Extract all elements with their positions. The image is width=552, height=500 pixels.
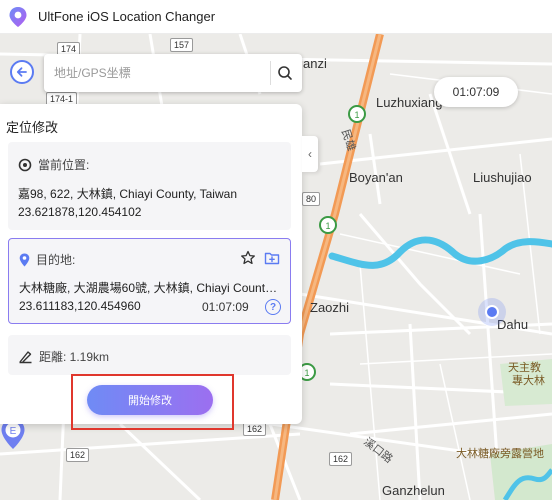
- star-icon[interactable]: [240, 250, 256, 266]
- current-location-marker: [478, 298, 506, 326]
- destination-pin-letter: E: [10, 426, 17, 437]
- road-sign-80: 80: [302, 192, 321, 206]
- distance-label: 距離: 1.19km: [39, 350, 110, 364]
- search-icon[interactable]: [277, 65, 293, 81]
- place-liushujiao: Liushujiao: [473, 170, 532, 185]
- ruler-icon: [19, 350, 32, 363]
- place-luzhuxiang: Luzhuxiang: [376, 95, 443, 110]
- place-ganzhelun: Ganzhelun: [382, 483, 445, 498]
- place-boyanan: Boyan'an: [349, 170, 403, 185]
- route-timer: 01:07:09: [434, 77, 518, 107]
- place-dalin-farm: 大林糖廠旁露營地: [456, 448, 544, 460]
- start-button-highlight: 開始修改: [71, 374, 234, 430]
- destination-label: 目的地:: [36, 253, 76, 267]
- app-logo-icon: [9, 6, 27, 27]
- save-folder-icon[interactable]: [264, 250, 280, 266]
- search-bar: [44, 54, 302, 92]
- destination-coords: 23.611183,120.454960: [19, 299, 141, 313]
- search-divider: [270, 61, 271, 85]
- road-sign-162a: 162: [243, 422, 267, 436]
- destination-time: 01:07:09: [202, 300, 249, 314]
- destination-card: 目的地: 大林糖廠, 大湖農場60號, 大林鎮, Chiayi County, …: [8, 238, 291, 324]
- place-zaozhi: Zaozhi: [310, 300, 350, 315]
- destination-address: 大林糖廠, 大湖農場60號, 大林鎮, Chiayi County, Taiwa…: [19, 281, 281, 295]
- panel-title: 定位修改: [6, 120, 59, 135]
- title-bar: UltFone iOS Location Changer: [0, 0, 552, 34]
- current-location-card: 當前位置: 嘉98, 622, 大林鎮, Chiayi County, Taiw…: [8, 142, 291, 230]
- place-tianzhu-b: 專大林: [512, 375, 545, 387]
- search-input[interactable]: [54, 62, 264, 84]
- svg-text:1: 1: [304, 368, 309, 378]
- back-button[interactable]: [10, 60, 34, 84]
- chevron-left-icon: ‹: [308, 147, 312, 161]
- location-pin-icon: [19, 253, 30, 266]
- road-sign-162b: 162: [66, 448, 90, 462]
- collapse-panel-button[interactable]: ‹: [302, 136, 318, 172]
- road-sign-157: 157: [170, 38, 194, 52]
- svg-text:1: 1: [354, 110, 359, 120]
- start-modify-button[interactable]: 開始修改: [87, 385, 213, 415]
- current-coords: 23.621878,120.454102: [18, 205, 142, 219]
- target-icon: [18, 158, 32, 171]
- svg-text:1: 1: [325, 221, 330, 231]
- current-address: 嘉98, 622, 大林鎮, Chiayi County, Taiwan: [18, 187, 237, 201]
- arrow-left-icon: [16, 67, 27, 77]
- road-sign-162c: 162: [329, 452, 353, 466]
- current-location-label: 當前位置:: [38, 158, 90, 172]
- help-icon[interactable]: ?: [265, 299, 281, 315]
- app-title: UltFone iOS Location Changer: [38, 9, 216, 24]
- place-anzi: anzi: [303, 56, 327, 71]
- distance-card: 距離: 1.19km: [8, 335, 291, 375]
